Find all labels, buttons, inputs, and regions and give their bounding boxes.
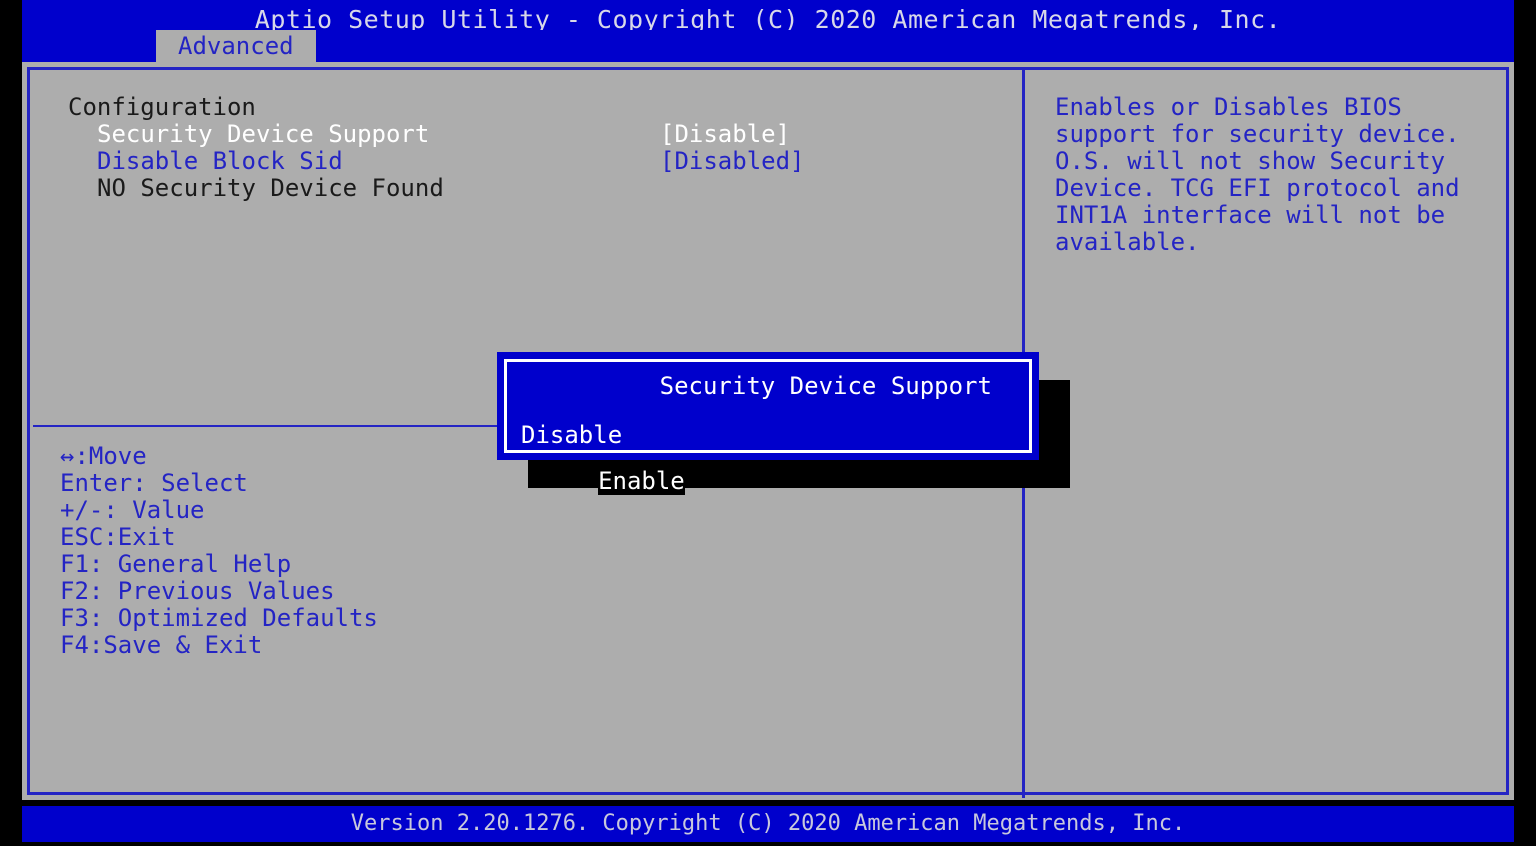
setting-value-disable-block-sid[interactable]: [Disabled]	[660, 148, 805, 175]
section-heading: Configuration	[68, 94, 256, 121]
help-line: INT1A interface will not be	[1055, 202, 1509, 229]
help-pane: Enables or Disables BIOS support for sec…	[1025, 70, 1509, 798]
footer-version: Version 2.20.1276. Copyright (C) 2020 Am…	[22, 806, 1514, 842]
legend-item-f1-help: F1: General Help	[60, 551, 378, 578]
legend-item-f2-prev: F2: Previous Values	[60, 578, 378, 605]
setting-value-security-device-support[interactable]: [Disable]	[660, 121, 790, 148]
setting-label-disable-block-sid: Disable Block Sid	[97, 148, 343, 175]
dialog-option-enable[interactable]: Enable	[598, 468, 685, 495]
setting-row-no-security-device-found: NO Security Device Found	[68, 175, 1022, 202]
legend-item-f3-defaults: F3: Optimized Defaults	[60, 605, 378, 632]
help-line: available.	[1055, 229, 1509, 256]
dialog-option-disable[interactable]: Disable	[521, 422, 685, 449]
legend-item-exit: ESC:Exit	[60, 524, 378, 551]
dialog-option-list: Disable Enable	[521, 384, 685, 514]
help-line: support for security device.	[1055, 121, 1509, 148]
setting-label-security-device-support: Security Device Support	[97, 121, 429, 148]
help-line: Enables or Disables BIOS	[1055, 94, 1509, 121]
tab-strip: Advanced	[22, 30, 1514, 62]
key-legend: ↔:Move Enter: Select +/-: Value ESC:Exit…	[60, 443, 378, 659]
help-line: O.S. will not show Security	[1055, 148, 1509, 175]
setting-row-security-device-support[interactable]: Security Device Support [Disable]	[68, 121, 1022, 148]
security-device-support-dialog: Security Device Support Disable Enable	[497, 352, 1039, 460]
legend-item-f4-save: F4:Save & Exit	[60, 632, 378, 659]
help-line: Device. TCG EFI protocol and	[1055, 175, 1509, 202]
legend-item-move: ↔:Move	[60, 443, 378, 470]
setting-row-disable-block-sid[interactable]: Disable Block Sid [Disabled]	[68, 148, 1022, 175]
tab-advanced[interactable]: Advanced	[156, 30, 316, 62]
bios-setup-screen: Aptio Setup Utility - Copyright (C) 2020…	[0, 0, 1536, 846]
legend-item-value: +/-: Value	[60, 497, 378, 524]
legend-separator	[33, 425, 511, 427]
section-heading-row: Configuration	[68, 94, 1022, 121]
dialog-border: Security Device Support Disable Enable	[504, 359, 1032, 453]
setting-label-no-security-device-found: NO Security Device Found	[97, 175, 444, 202]
legend-item-select: Enter: Select	[60, 470, 378, 497]
dialog-title-text: Security Device Support	[650, 372, 1002, 400]
